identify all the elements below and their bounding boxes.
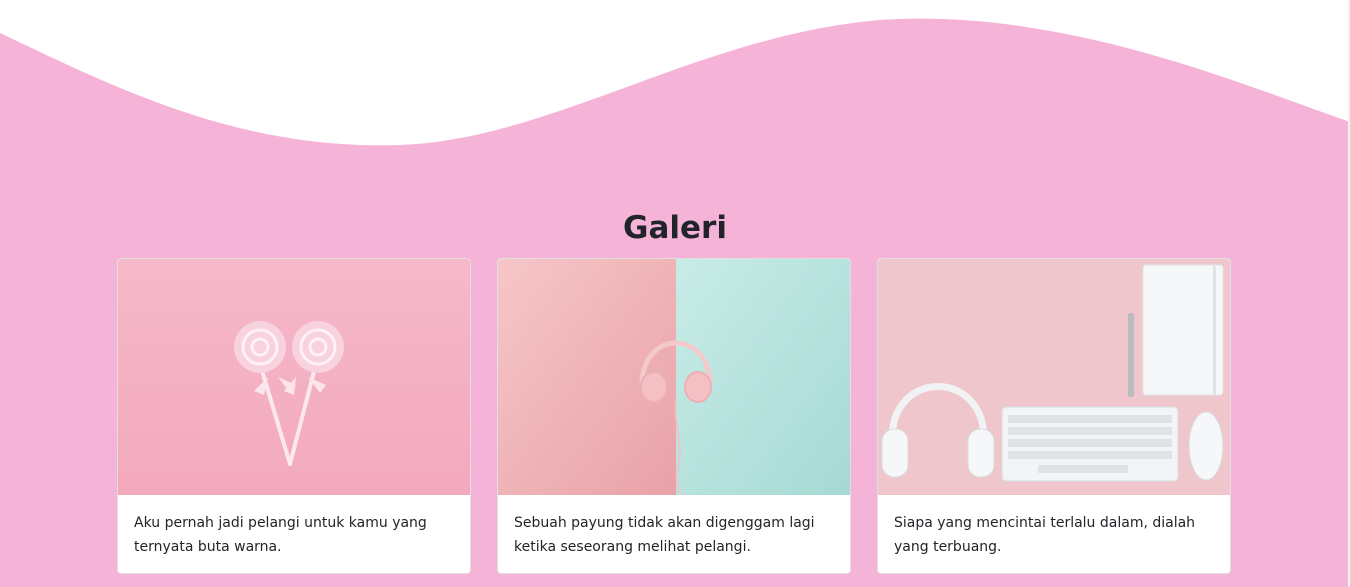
card-caption: Aku pernah jadi pelangi untuk kamu yang … [134, 515, 427, 555]
desk-items-image [878, 259, 1230, 495]
gallery-card: Aku pernah jadi pelangi untuk kamu yang … [117, 258, 471, 574]
gallery-title: Galeri [623, 210, 727, 246]
gallery-card: Siapa yang mencintai terlalu dalam, dial… [877, 258, 1231, 574]
lollipops-image [118, 259, 470, 495]
headphones-split-image [498, 259, 850, 495]
card-caption: Siapa yang mencintai terlalu dalam, dial… [894, 515, 1196, 555]
card-caption: Sebuah payung tidak akan digenggam lagi … [514, 515, 815, 555]
gallery-card: Sebuah payung tidak akan digenggam lagi … [497, 258, 851, 574]
